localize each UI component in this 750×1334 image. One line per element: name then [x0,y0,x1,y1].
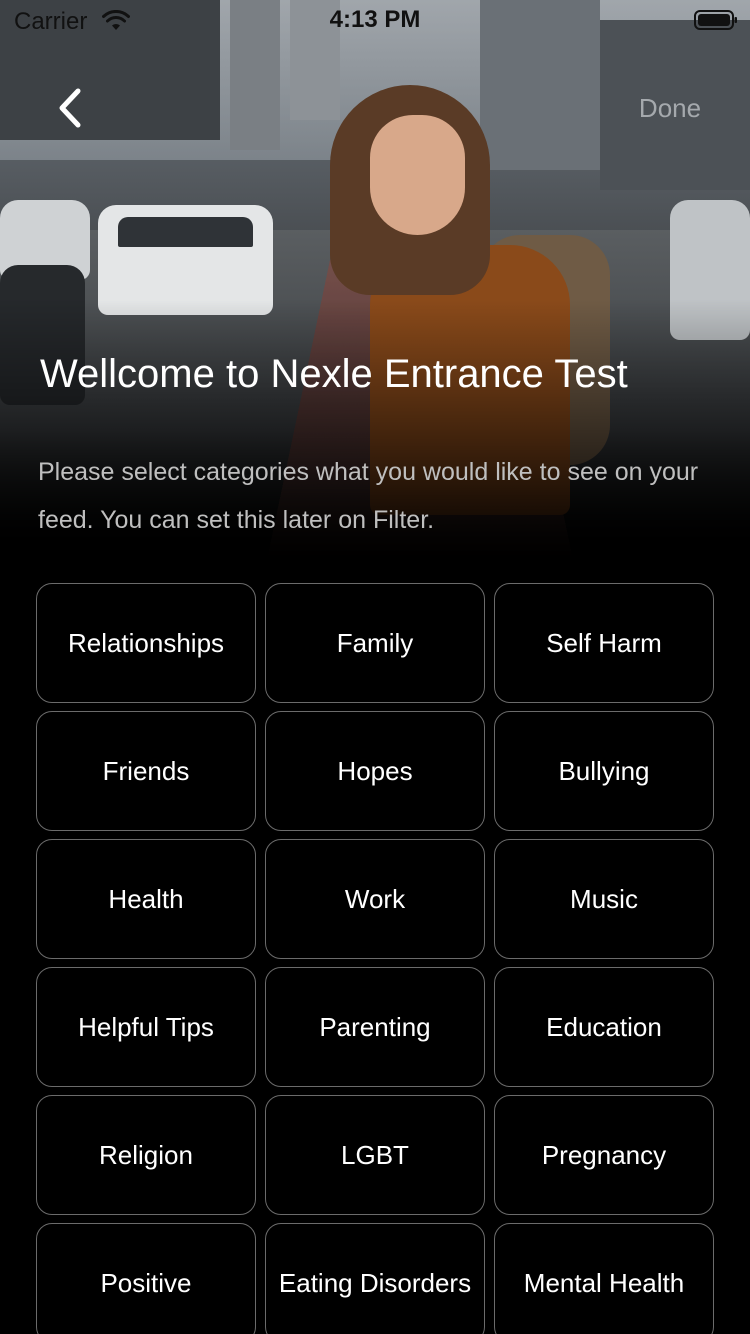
category-chip[interactable]: Education [494,967,714,1087]
category-chip[interactable]: Eating Disorders [265,1223,485,1334]
category-chip[interactable]: Friends [36,711,256,831]
category-chip[interactable]: Religion [36,1095,256,1215]
chevron-left-icon [59,88,81,128]
category-chip[interactable]: Positive [36,1223,256,1334]
person-face [370,115,465,235]
category-chip[interactable]: Helpful Tips [36,967,256,1087]
category-chip[interactable]: Work [265,839,485,959]
category-chip[interactable]: Self Harm [494,583,714,703]
status-time: 4:13 PM [329,6,421,33]
page-title: Wellcome to Nexle Entrance Test [40,352,628,396]
category-chip[interactable]: Hopes [265,711,485,831]
category-chip[interactable]: LGBT [265,1095,485,1215]
category-chip[interactable]: Health [36,839,256,959]
page-subtitle: Please select categories what you would … [38,458,699,534]
car [98,205,273,315]
category-chip[interactable]: Parenting [265,967,485,1087]
category-chip[interactable]: Bullying [494,711,714,831]
category-chip[interactable]: Music [494,839,714,959]
category-chip[interactable]: Pregnancy [494,1095,714,1215]
category-chip[interactable]: Mental Health [494,1223,714,1334]
done-button[interactable]: Done [620,88,720,128]
category-grid: Relationships Family Self Harm Friends H… [36,583,714,1334]
back-button[interactable] [48,84,92,132]
category-chip[interactable]: Relationships [36,583,256,703]
battery-icon [694,10,737,30]
category-chip[interactable]: Family [265,583,485,703]
status-bar: Carrier 4:13 PM [0,0,750,40]
